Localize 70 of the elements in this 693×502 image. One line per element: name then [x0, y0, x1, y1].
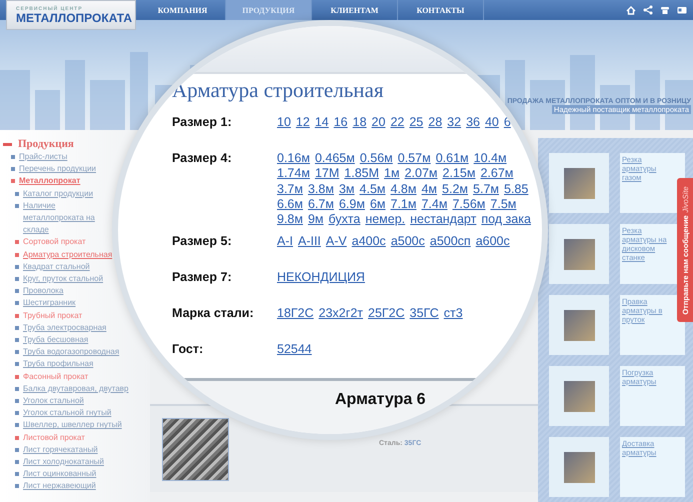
- value-link[interactable]: 6.9м: [338, 196, 365, 212]
- value-link[interactable]: 5.7м: [473, 182, 499, 197]
- value-link[interactable]: 6.7м: [308, 196, 334, 212]
- value-link[interactable]: 14: [314, 115, 329, 130]
- value-link[interactable]: а500сп: [430, 234, 471, 250]
- value-link[interactable]: а600с: [476, 234, 510, 250]
- value-link[interactable]: 5.85: [504, 182, 528, 197]
- value-link[interactable]: 0.16м: [277, 151, 310, 166]
- value-link[interactable]: под зака: [481, 212, 531, 228]
- value-link[interactable]: A-III: [298, 234, 321, 250]
- value-link[interactable]: ст3: [444, 306, 463, 322]
- value-link[interactable]: 32: [447, 115, 462, 130]
- value-link[interactable]: 18: [352, 115, 367, 130]
- value-link[interactable]: 52544: [277, 342, 312, 358]
- value-link[interactable]: а500с: [390, 234, 425, 250]
- value-link[interactable]: 7.4м: [421, 196, 448, 212]
- value-link[interactable]: 10: [277, 115, 291, 130]
- value-link[interactable]: 7.5м: [490, 196, 516, 212]
- property-label: Гост:: [172, 342, 204, 358]
- value-link[interactable]: 1.85М: [344, 166, 380, 182]
- value-link[interactable]: 7.56м: [452, 196, 486, 212]
- value-link[interactable]: 2.15м: [442, 166, 476, 182]
- property-label: Размер 4:: [172, 151, 233, 167]
- value-link[interactable]: 17М: [314, 166, 340, 182]
- value-link[interactable]: 1.74м: [277, 166, 310, 182]
- value-link[interactable]: 25Г2С: [368, 306, 405, 322]
- value-link[interactable]: нестандарт: [410, 212, 476, 228]
- value-link[interactable]: а400с: [352, 234, 386, 250]
- value-link[interactable]: 7.1м: [390, 196, 416, 212]
- value-link[interactable]: A-V: [326, 234, 347, 250]
- value-link[interactable]: 0.465м: [314, 151, 355, 166]
- value-link[interactable]: 4.8м: [390, 182, 416, 197]
- value-link[interactable]: 40: [484, 115, 499, 130]
- property-label: Размер 5:: [172, 234, 233, 250]
- value-link[interactable]: 5.2м: [442, 182, 468, 197]
- value-link[interactable]: 6м: [370, 196, 386, 212]
- value-link[interactable]: 22: [390, 115, 404, 130]
- value-link[interactable]: 0.56м: [360, 151, 393, 166]
- value-link[interactable]: 10.4м: [474, 151, 507, 166]
- property-label: Размер 7:: [172, 270, 233, 286]
- value-link[interactable]: 3.7м: [277, 182, 303, 197]
- value-link[interactable]: 3м: [338, 182, 355, 197]
- value-link[interactable]: A-I: [277, 234, 293, 250]
- value-link[interactable]: 23х2г2т: [318, 306, 363, 322]
- value-link[interactable]: 16: [334, 115, 348, 130]
- value-link[interactable]: 35ГС: [410, 306, 439, 322]
- value-link[interactable]: 4.5м: [360, 182, 386, 197]
- value-link[interactable]: 12: [296, 115, 310, 130]
- property-label: Марка стали:: [172, 306, 255, 322]
- value-link[interactable]: 9м: [308, 212, 324, 228]
- value-link[interactable]: НЕКОНДИЦИЯ: [277, 270, 365, 286]
- value-link[interactable]: 2.07м: [404, 166, 438, 182]
- product-title: Арматура 6: [335, 391, 427, 410]
- value-link[interactable]: 3.8м: [308, 182, 334, 197]
- value-link[interactable]: 28: [428, 115, 442, 130]
- value-link[interactable]: 18Г2С: [277, 306, 314, 322]
- value-link[interactable]: 1м: [384, 166, 400, 182]
- value-link[interactable]: 25: [409, 115, 424, 130]
- value-link[interactable]: 0.57м: [398, 151, 431, 166]
- value-link[interactable]: немер.: [365, 212, 406, 228]
- value-link[interactable]: 4м: [421, 182, 438, 197]
- property-label: Размер 1:: [172, 115, 233, 131]
- value-link[interactable]: 2.67м: [480, 166, 514, 182]
- value-link[interactable]: 20: [372, 115, 386, 130]
- value-link[interactable]: 9.8м: [277, 212, 303, 228]
- page-title: Арматура строительная: [172, 78, 384, 103]
- value-link[interactable]: 6.6м: [277, 196, 303, 212]
- value-link[interactable]: 36: [466, 115, 480, 130]
- value-link[interactable]: 0.61м: [436, 151, 469, 166]
- value-link[interactable]: бухта: [328, 212, 360, 228]
